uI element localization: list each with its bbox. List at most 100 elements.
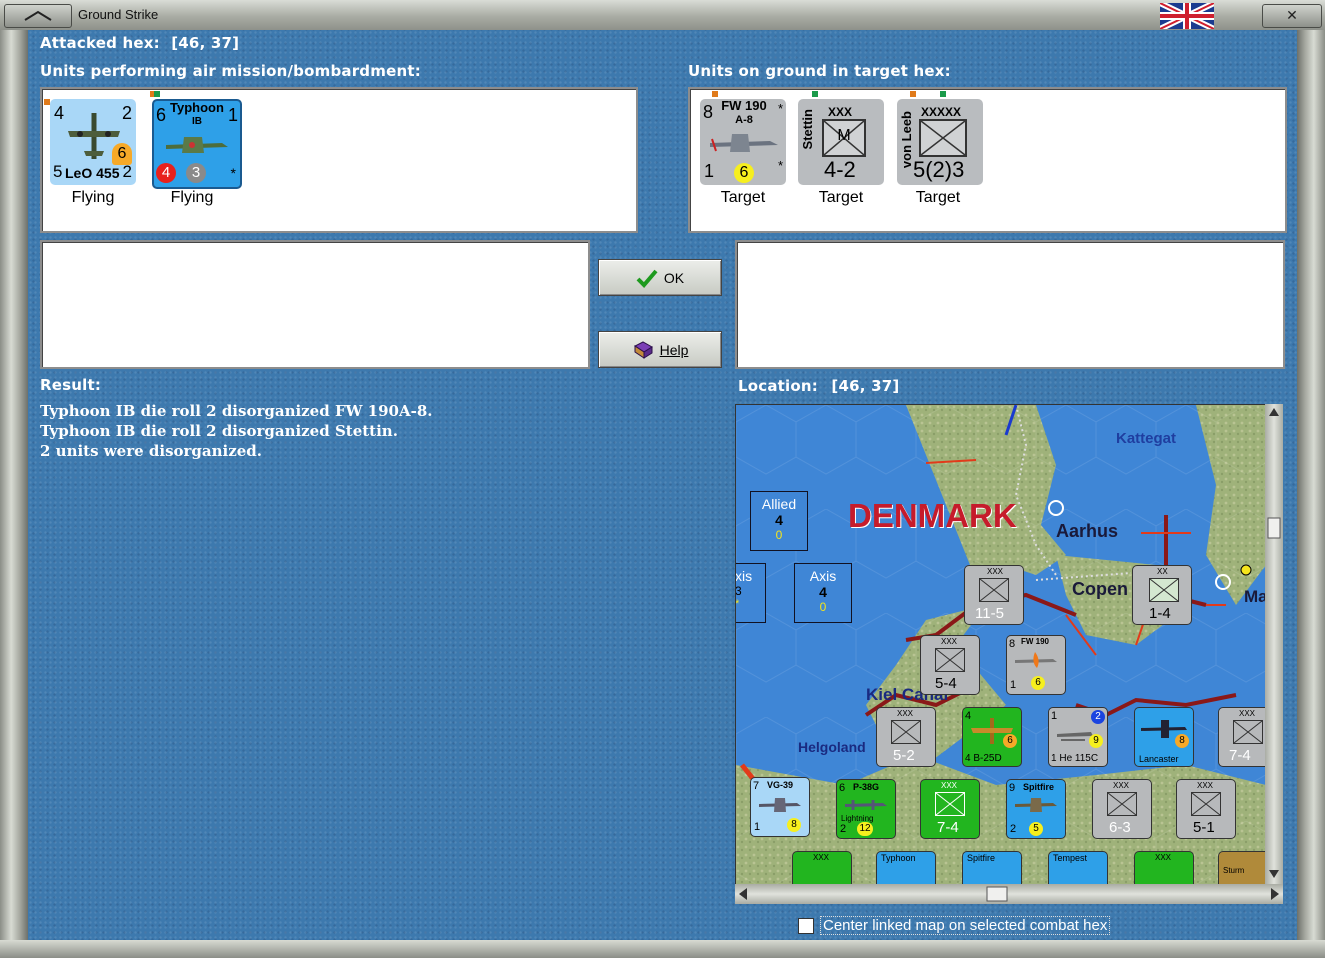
map-counter[interactable]: 4 4 B-25D 6 xyxy=(962,707,1022,767)
ok-button[interactable]: OK xyxy=(598,259,722,296)
map-counter[interactable]: XXX 5-2 xyxy=(876,707,936,767)
scroll-left-icon xyxy=(739,888,747,900)
infantry-symbol-icon xyxy=(1191,792,1221,816)
map-counter[interactable]: XXX 7-4 xyxy=(920,779,980,839)
axis-count-box[interactable]: Axis 4 0 xyxy=(794,563,852,623)
infantry-symbol-icon xyxy=(1233,720,1263,744)
fighter-aircraft-icon xyxy=(166,137,228,153)
map-counter[interactable]: XXX 5-1 xyxy=(1176,779,1236,839)
scroll-thumb xyxy=(1267,517,1281,539)
unit-marker-icon xyxy=(154,91,160,97)
air-units-label: Units performing air mission/bombardment… xyxy=(40,62,421,80)
ground-detail-panel[interactable] xyxy=(735,240,1285,369)
axis-box-title: xis xyxy=(735,568,753,584)
scroll-right-icon xyxy=(1271,888,1279,900)
axis-box-title: Axis xyxy=(809,568,837,584)
center-map-checkbox-row[interactable]: Center linked map on selected combat hex xyxy=(798,916,1111,935)
ground-target-stettin[interactable]: Stettin XXX M 4-2 xyxy=(798,99,884,185)
scroll-up-icon xyxy=(1269,408,1279,416)
allied-count-box[interactable]: Allied 4 0 xyxy=(750,491,808,551)
center-map-checkbox[interactable] xyxy=(798,917,814,934)
result-line: 2 units were disorganized. xyxy=(40,442,263,460)
air-detail-panel[interactable] xyxy=(40,240,590,369)
uk-flag-icon[interactable] xyxy=(1158,0,1216,32)
fighter-aircraft-icon xyxy=(845,800,887,810)
minimize-icon xyxy=(24,10,52,21)
map-counter[interactable]: Typhoon xyxy=(876,851,936,885)
infantry-symbol-icon xyxy=(979,578,1009,602)
axis-count-box-partial[interactable]: xis 3 * xyxy=(735,563,766,623)
map-counter[interactable]: Tempest xyxy=(1048,851,1108,885)
allied-box-title: Allied xyxy=(761,496,797,512)
ground-target-von-leeb[interactable]: von Leeb XXXXX 5(2)3 xyxy=(897,99,983,185)
attacked-hex-heading: Attacked hex: [46, 37] xyxy=(40,34,239,52)
linked-map[interactable]: DENMARK Kattegat Aarhus Copen Ma Kiel Ca… xyxy=(735,404,1267,886)
title-bar xyxy=(0,0,1325,32)
air-unit-typhoon-ib[interactable]: 6 Typhoon IB 1 4 3 * xyxy=(152,99,242,189)
unit-marker-icon xyxy=(940,91,946,97)
map-counter[interactable]: XXX 7-4 xyxy=(1218,707,1266,767)
unit-status: Target xyxy=(818,189,864,206)
fighter-aircraft-icon xyxy=(1015,798,1057,812)
unit-move: 2 xyxy=(122,162,132,181)
air-unit-leo455[interactable]: 4 2 6 5 LeO 455 2 xyxy=(50,99,136,185)
map-counter[interactable]: 6 P-38G Lightning 2 12 xyxy=(836,779,896,839)
allied-box-sub: 0 xyxy=(775,528,783,542)
center-map-checkbox-label: Center linked map on selected combat hex xyxy=(820,916,1111,935)
counter-name: Lancaster xyxy=(1139,754,1179,764)
marine-symbol-icon xyxy=(1149,578,1179,602)
result-text: Typhoon IB die roll 2 disorganized FW 19… xyxy=(40,402,700,462)
unit-size: XXX xyxy=(828,105,853,119)
map-counter[interactable]: XXX 6-3 xyxy=(1092,779,1152,839)
close-icon: ✕ xyxy=(1286,8,1298,24)
unit-name: FW 190 A-8 xyxy=(721,98,767,126)
headquarters-symbol-icon xyxy=(919,119,967,157)
ground-units-label: Units on ground in target hex: xyxy=(688,62,951,80)
counter-value: 5-4 xyxy=(935,675,957,692)
unit-marker-icon xyxy=(910,91,916,97)
map-counter[interactable]: 8 FW 190 1 6 xyxy=(1006,635,1066,695)
counter-value: 1-4 xyxy=(1149,605,1171,622)
map-counter[interactable]: 9 Spitfire 2 5 xyxy=(1006,779,1066,839)
close-button[interactable]: ✕ xyxy=(1262,4,1322,28)
map-counter[interactable]: Sturm xyxy=(1218,851,1266,885)
help-book-icon xyxy=(633,340,653,359)
frame-right xyxy=(1297,30,1325,940)
help-button[interactable]: Help xyxy=(598,331,722,368)
map-label-helgoland: Helgoland xyxy=(798,739,866,755)
unit-strength: 5(2)3 xyxy=(913,157,965,182)
unit-attack: 6 xyxy=(156,105,167,125)
map-label-kattegat: Kattegat xyxy=(1116,430,1177,447)
map-counter[interactable]: XXX xyxy=(792,851,852,885)
axis-box-count: 3 xyxy=(735,584,742,598)
map-counter[interactable]: 7 VG-39 1 8 xyxy=(750,777,810,837)
axis-box-count: 4 xyxy=(819,584,827,600)
map-counter[interactable]: Spitfire xyxy=(962,851,1022,885)
map-counter[interactable]: XXX 5-4 xyxy=(920,635,980,695)
ground-units-list[interactable]: 8 FW 190 A-8 * 1 6 * Target Stettin XXX M… xyxy=(688,87,1287,233)
unit-strength: 4-2 xyxy=(824,157,856,182)
map-counter[interactable]: XXX 11-5 xyxy=(964,565,1024,625)
map-vertical-scrollbar[interactable] xyxy=(1265,404,1283,884)
map-counter[interactable]: XX 1-4 xyxy=(1132,565,1192,625)
system-menu-button[interactable] xyxy=(4,4,72,28)
unit-badge: 6 xyxy=(734,163,754,183)
map-label-aarhus: Aarhus xyxy=(1056,521,1119,541)
unit-status: Flying xyxy=(170,189,214,206)
map-counter[interactable]: XXX xyxy=(1134,851,1194,885)
infantry-symbol-icon xyxy=(1107,792,1137,816)
burning-aircraft-icon xyxy=(1015,652,1057,668)
counter-value: 7-4 xyxy=(1229,747,1251,764)
unit-status: Flying xyxy=(71,189,115,206)
ground-target-fw190[interactable]: 8 FW 190 A-8 * 1 6 * xyxy=(700,99,786,185)
scroll-down-icon xyxy=(1269,870,1279,878)
unit-status: Target xyxy=(720,189,766,206)
air-units-list[interactable]: 4 2 6 5 LeO 455 2 Flying 6 Typhoon IB 1 4… xyxy=(40,87,638,233)
infantry-symbol-icon xyxy=(935,792,965,816)
unit-star: * xyxy=(777,158,783,173)
axis-box-sub: * xyxy=(735,598,740,610)
map-counter[interactable]: 1 2 9 1 He 115C xyxy=(1048,707,1108,767)
map-label-denmark: DENMARK xyxy=(848,497,1017,534)
map-counter[interactable]: Lancaster 8 xyxy=(1134,707,1194,767)
map-horizontal-scrollbar[interactable] xyxy=(735,884,1283,904)
